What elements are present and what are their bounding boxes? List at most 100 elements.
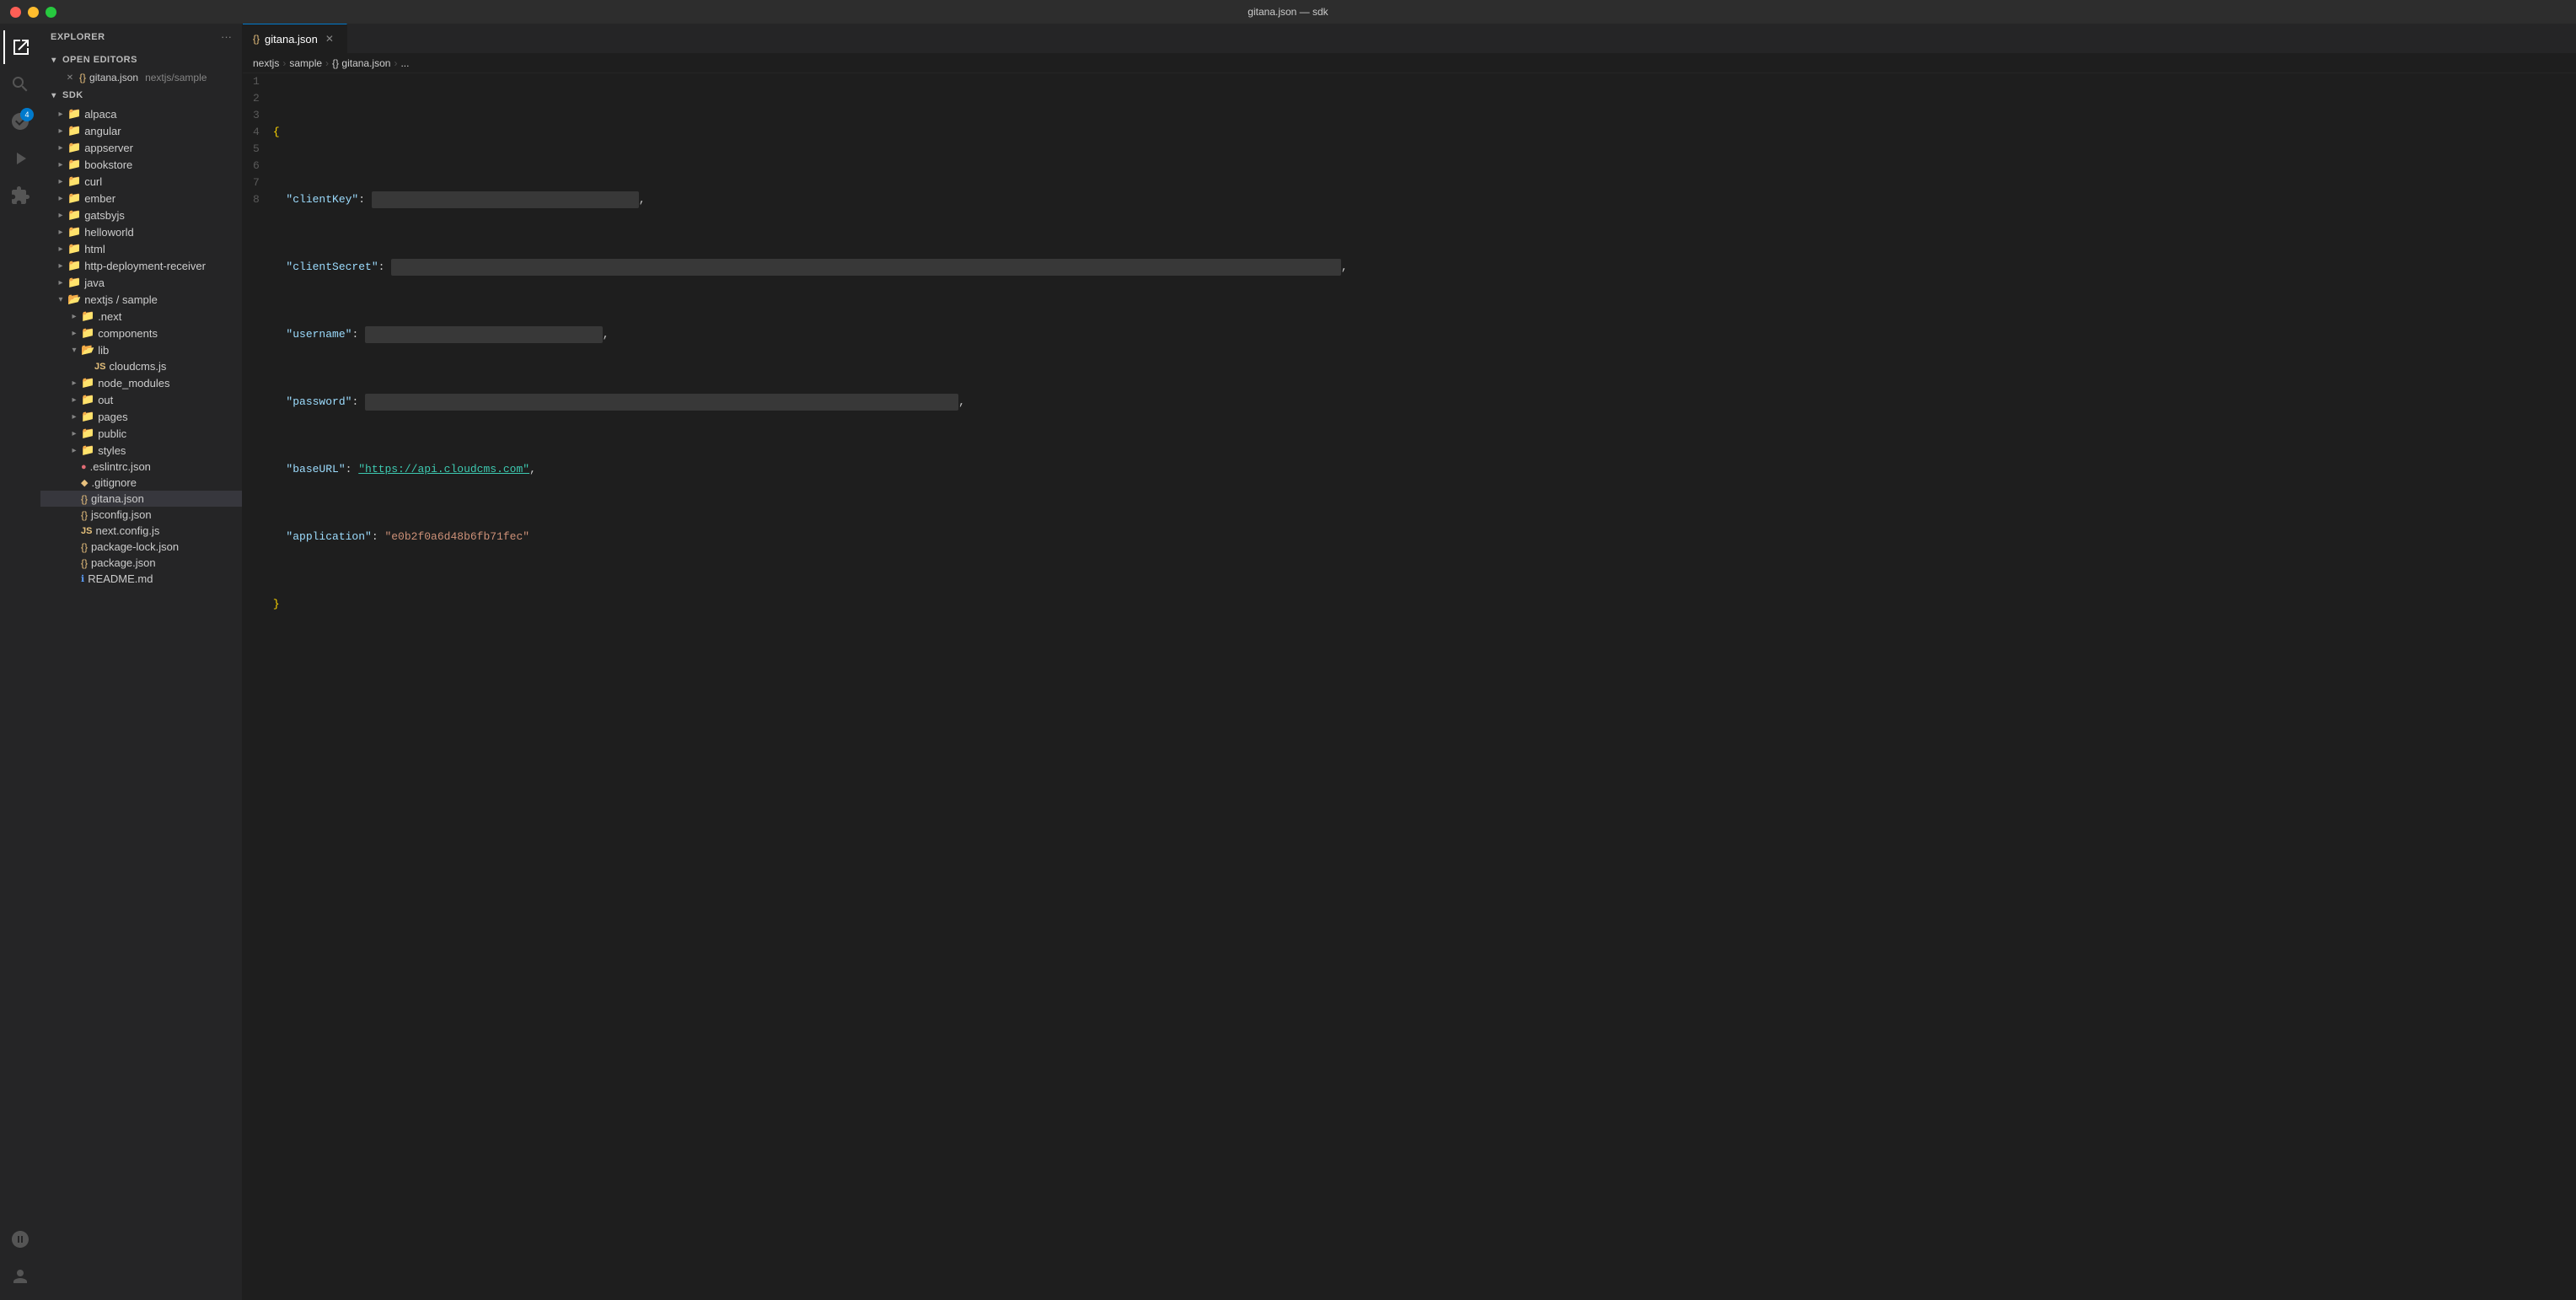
- folder-gatsbyjs[interactable]: 📁 gatsbyjs: [40, 207, 242, 223]
- folder-appserver[interactable]: 📁 appserver: [40, 139, 242, 156]
- folder-ember[interactable]: 📁 ember: [40, 190, 242, 207]
- tok-clientsecret-value: ████████████████████████████████████████…: [391, 259, 1341, 276]
- sidebar-actions: ···: [221, 30, 232, 43]
- source-control-activity-icon[interactable]: 4: [3, 105, 37, 138]
- folder-pages[interactable]: 📁 pages: [40, 408, 242, 425]
- folder-styles[interactable]: 📁 styles: [40, 442, 242, 459]
- code-line-1: {: [273, 124, 2576, 141]
- tab-label: gitana.json: [265, 33, 318, 46]
- remote-activity-icon[interactable]: [3, 1222, 37, 1256]
- folder-helloworld-label: helloworld: [84, 226, 242, 239]
- file-gitana-json[interactable]: {} gitana.json: [40, 491, 242, 507]
- line-num-2: 2: [253, 90, 260, 107]
- tab-bar: {} gitana.json ✕: [243, 24, 2576, 53]
- sdk-header[interactable]: SDK: [40, 85, 242, 105]
- folder-nextjs-sample[interactable]: 📂 nextjs / sample: [40, 291, 242, 308]
- sidebar-header: Explorer ···: [40, 24, 242, 50]
- tab-gitana-json[interactable]: {} gitana.json ✕: [243, 24, 347, 53]
- code-line-8: }: [273, 596, 2576, 613]
- file-package-json[interactable]: {} package.json: [40, 555, 242, 571]
- folder-public-label: public: [98, 427, 242, 440]
- folder-curl[interactable]: 📁 curl: [40, 173, 242, 190]
- search-activity-icon[interactable]: [3, 67, 37, 101]
- open-editor-gitana[interactable]: ✕ {} gitana.json nextjs/sample: [40, 70, 242, 85]
- folder-gatsbyjs-label: gatsbyjs: [84, 209, 242, 222]
- folder-components[interactable]: 📁 components: [40, 325, 242, 341]
- open-editors-header[interactable]: Open Editors: [40, 50, 242, 70]
- maximize-button[interactable]: [46, 7, 56, 18]
- tok-open-brace: {: [273, 124, 280, 141]
- folder-styles-chevron: [67, 446, 81, 455]
- folder-out-icon: 📁: [81, 393, 94, 406]
- folder-next[interactable]: 📁 .next: [40, 308, 242, 325]
- folder-ember-chevron: [54, 194, 67, 203]
- folder-ember-icon: 📁: [67, 191, 81, 205]
- code-line-7: "application" : "e0b2f0a6d48b6fb71fec": [273, 529, 2576, 545]
- tab-icon: {}: [253, 33, 260, 45]
- breadcrumb-sample[interactable]: sample: [289, 57, 322, 69]
- folder-alpaca-chevron: [54, 110, 67, 119]
- line-num-7: 7: [253, 175, 260, 191]
- folder-alpaca[interactable]: 📁 alpaca: [40, 105, 242, 122]
- breadcrumb-ellipsis[interactable]: ...: [400, 57, 409, 69]
- folder-out[interactable]: 📁 out: [40, 391, 242, 408]
- extensions-activity-icon[interactable]: [3, 179, 37, 212]
- folder-public[interactable]: 📁 public: [40, 425, 242, 442]
- folder-helloworld-icon: 📁: [67, 225, 81, 239]
- folder-nextjs-label: nextjs / sample: [84, 293, 242, 306]
- tok-clientsecret-key: "clientSecret": [273, 259, 378, 276]
- file-gitignore[interactable]: ◆ .gitignore: [40, 475, 242, 491]
- folder-html[interactable]: 📁 html: [40, 240, 242, 257]
- folder-out-chevron: [67, 395, 81, 405]
- breadcrumb-nextjs[interactable]: nextjs: [253, 57, 279, 69]
- breadcrumb-gitana[interactable]: {} gitana.json: [332, 57, 390, 69]
- explorer-icon[interactable]: [3, 30, 37, 64]
- activity-bar: 4: [0, 24, 40, 1300]
- folder-http-deployment-receiver[interactable]: 📁 http-deployment-receiver: [40, 257, 242, 274]
- folder-node-modules-label: node_modules: [98, 377, 242, 389]
- code-line-6: "baseURL" : "https://api.cloudcms.com" ,: [273, 461, 2576, 478]
- sidebar-more-icon[interactable]: ···: [221, 30, 232, 43]
- file-next-config[interactable]: JS next.config.js: [40, 523, 242, 539]
- file-jsconfig[interactable]: {} jsconfig.json: [40, 507, 242, 523]
- tok-application-key: "application": [273, 529, 372, 545]
- folder-lib[interactable]: 📂 lib: [40, 341, 242, 358]
- minimize-button[interactable]: [28, 7, 39, 18]
- file-eslint[interactable]: ● .eslintrc.json: [40, 459, 242, 475]
- file-package-lock[interactable]: {} package-lock.json: [40, 539, 242, 555]
- titlebar: gitana.json — sdk: [0, 0, 2576, 24]
- close-button[interactable]: [10, 7, 21, 18]
- line-num-4: 4: [253, 124, 260, 141]
- folder-java[interactable]: 📁 java: [40, 274, 242, 291]
- code-editor[interactable]: 1 2 3 4 5 6 7 8 { "clientKey" : ████████…: [243, 73, 2576, 1300]
- tok-username-comma: ,: [603, 326, 609, 343]
- run-activity-icon[interactable]: [3, 142, 37, 175]
- file-cloudcms[interactable]: JS cloudcms.js: [40, 358, 242, 374]
- account-activity-icon[interactable]: [3, 1260, 37, 1293]
- folder-lib-label: lib: [98, 344, 242, 357]
- line-numbers: 1 2 3 4 5 6 7 8: [243, 73, 270, 1300]
- folder-ember-label: ember: [84, 192, 242, 205]
- folder-gatsbyjs-chevron: [54, 211, 67, 220]
- folder-styles-icon: 📁: [81, 443, 94, 457]
- file-readme[interactable]: ℹ README.md: [40, 571, 242, 587]
- folder-appserver-icon: 📁: [67, 141, 81, 154]
- folder-node-modules[interactable]: 📁 node_modules: [40, 374, 242, 391]
- folder-html-chevron: [54, 244, 67, 254]
- folder-next-label: .next: [98, 310, 242, 323]
- folder-bookstore-icon: 📁: [67, 158, 81, 171]
- folder-helloworld[interactable]: 📁 helloworld: [40, 223, 242, 240]
- tab-close-button[interactable]: ✕: [323, 32, 336, 46]
- tok-baseurl-colon: :: [346, 461, 359, 478]
- folder-next-chevron: [67, 312, 81, 321]
- folder-appserver-chevron: [54, 143, 67, 153]
- folder-angular[interactable]: 📁 angular: [40, 122, 242, 139]
- folder-bookstore[interactable]: 📁 bookstore: [40, 156, 242, 173]
- line-num-5: 5: [253, 141, 260, 158]
- traffic-lights[interactable]: [10, 7, 56, 18]
- close-editor-icon[interactable]: ✕: [64, 72, 76, 83]
- file-jsconfig-icon: {}: [81, 509, 88, 521]
- folder-alpaca-label: alpaca: [84, 108, 242, 121]
- open-editors-label: Open Editors: [62, 55, 137, 65]
- code-content[interactable]: { "clientKey" : ████████████████████████…: [270, 73, 2576, 1300]
